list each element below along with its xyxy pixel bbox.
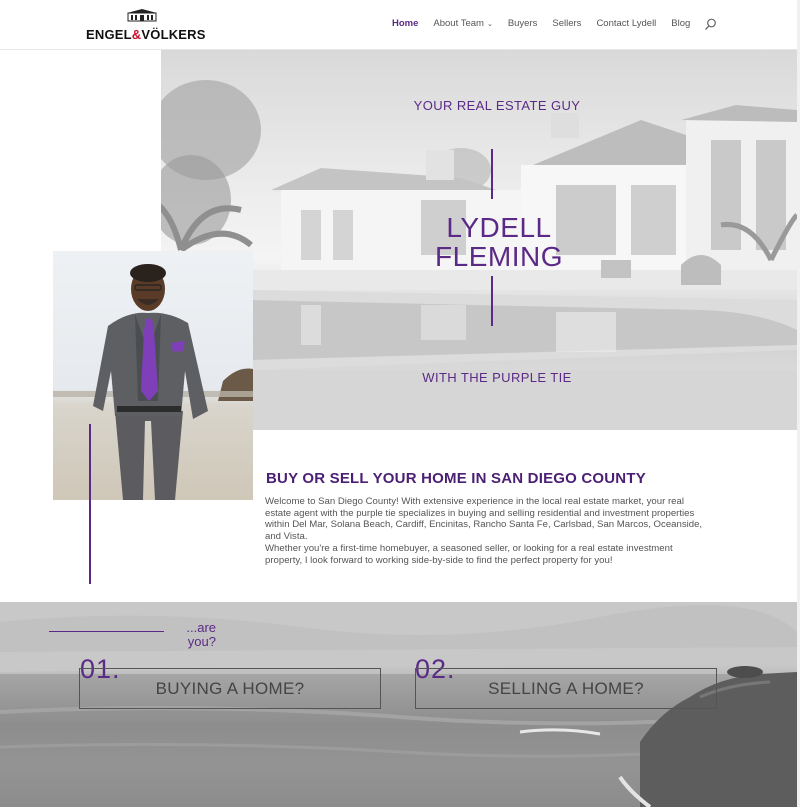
house-logo-icon [127, 9, 157, 22]
intro-paragraph-1: Welcome to San Diego County! With extens… [265, 496, 703, 543]
intro-heading: BUY OR SELL YOUR HOME IN SAN DIEGO COUNT… [266, 470, 646, 487]
hero-tagline-top: YOUR REAL ESTATE GUY [413, 98, 581, 113]
nav-buyers[interactable]: Buyers [508, 18, 538, 29]
agent-portrait-photo [53, 251, 253, 500]
nav-home[interactable]: Home [392, 18, 418, 29]
buying-home-button[interactable]: BUYING A HOME? [79, 668, 381, 709]
hero-divider-bottom [491, 276, 493, 326]
main-nav: Home About Team ⌄ Buyers Sellers Contact … [392, 18, 705, 29]
hero-name: LYDELL FLEMING [435, 212, 563, 272]
engel-volkers-logo[interactable]: ENGEL&VÖLKERS [86, 8, 205, 42]
logo-wordmark: ENGEL&VÖLKERS [86, 27, 206, 42]
nav-contact-lydell[interactable]: Contact Lydell [596, 18, 656, 29]
hero-divider-top [491, 149, 493, 199]
intro-paragraph-2: Whether you're a first-time homebuyer, a… [265, 542, 673, 566]
intro-text: Welcome to San Diego County! With extens… [265, 496, 705, 566]
site-header: ENGEL&VÖLKERS Home About Team ⌄ Buyers Se… [0, 0, 797, 50]
prompt-line [49, 631, 164, 632]
nav-about-team[interactable]: About Team ⌄ [433, 18, 492, 29]
hero-tagline-bottom: WITH THE PURPLE TIE [422, 370, 572, 385]
prompt-line-1: ...are [186, 620, 216, 635]
prompt-text: ...are you? [160, 621, 216, 649]
prompt-line-2: you? [187, 634, 216, 649]
agent-figure [53, 264, 253, 500]
search-icon[interactable] [704, 18, 717, 31]
nav-blog[interactable]: Blog [671, 18, 690, 29]
nav-sellers[interactable]: Sellers [552, 18, 581, 29]
decorative-vertical-line [89, 424, 91, 584]
selling-home-button[interactable]: SELLING A HOME? [415, 668, 717, 709]
nav-about-team-label: About Team [433, 18, 484, 29]
chevron-down-icon: ⌄ [486, 21, 493, 28]
hero-section: YOUR REAL ESTATE GUY LYDELL FLEMING WITH… [161, 50, 797, 430]
